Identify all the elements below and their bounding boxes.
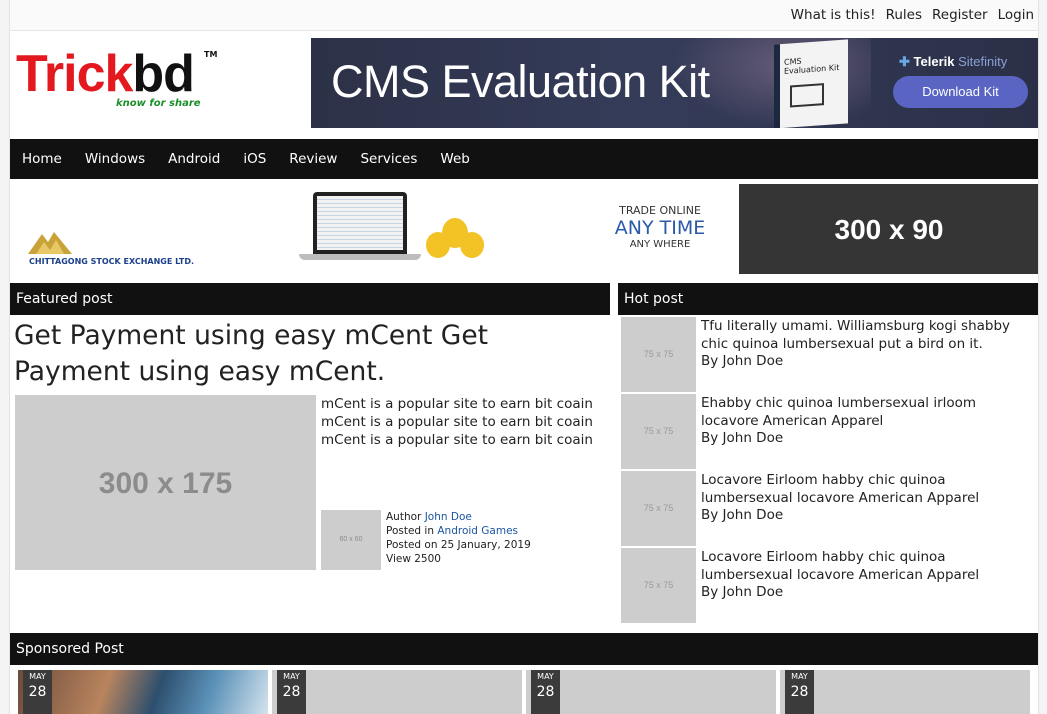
- laptop-image: [299, 192, 421, 264]
- view-count: View 2500: [386, 553, 441, 565]
- nav-windows[interactable]: Windows: [85, 139, 145, 179]
- hot-post-thumbnail[interactable]: 75 x 75: [621, 317, 696, 392]
- hot-post-thumbnail[interactable]: 75 x 75: [621, 471, 696, 546]
- hot-post-author: By John Doe: [701, 430, 784, 446]
- logo-tagline: know for share: [116, 98, 201, 109]
- hot-post-title[interactable]: Locavore Eirloom habby chic quinoa lumbe…: [701, 548, 1031, 584]
- hot-post-header: Hot post: [618, 283, 1038, 315]
- sponsored-post-header: Sponsored Post: [10, 633, 1038, 665]
- featured-post-title[interactable]: Get Payment using easy mCent Get Payment…: [14, 318, 610, 390]
- register-link[interactable]: Register: [932, 7, 988, 23]
- product-box-icon: [790, 83, 824, 108]
- sponsored-card[interactable]: MAY 28: [780, 670, 1030, 714]
- cse-ad-banner[interactable]: CHITTAGONG STOCK EXCHANGE LTD. TRADE ONL…: [10, 184, 705, 274]
- date-badge: MAY 28: [531, 670, 560, 714]
- category-link[interactable]: Android Games: [437, 525, 518, 537]
- product-box-image: CMS Evaluation Kit: [774, 39, 848, 128]
- date-badge: MAY 28: [785, 670, 814, 714]
- top-links-bar: What is this! Rules Register Login: [10, 0, 1038, 31]
- product-box-text: CMS Evaluation Kit: [784, 56, 840, 76]
- featured-post-meta: Author John Doe Posted in Android Games …: [386, 511, 531, 565]
- hot-post-thumbnail[interactable]: 75 x 75: [621, 394, 696, 469]
- hot-post-item[interactable]: 75 x 75 Tfu literally umami. Williamsbur…: [621, 317, 1038, 393]
- main-nav: Home Windows Android iOS Review Services…: [10, 139, 1038, 179]
- page: What is this! Rules Register Login Trick…: [9, 0, 1039, 714]
- author-avatar: 60 x 60: [321, 510, 381, 570]
- hot-post-title[interactable]: Tfu literally umami. Williamsburg kogi s…: [701, 317, 1031, 353]
- ad-placeholder-300x90[interactable]: 300 x 90: [739, 184, 1038, 274]
- hot-post-thumbnail[interactable]: 75 x 75: [621, 548, 696, 623]
- cse-company-name: CHITTAGONG STOCK EXCHANGE LTD.: [29, 257, 195, 266]
- hot-post-author: By John Doe: [701, 353, 784, 369]
- what-is-this-link[interactable]: What is this!: [791, 7, 876, 23]
- money-bags-icon: [426, 214, 486, 264]
- nav-android[interactable]: Android: [168, 139, 220, 179]
- cms-evaluation-ad-banner[interactable]: CMS Evaluation Kit CMS Evaluation Kit ✚ …: [311, 38, 1038, 128]
- telerik-mark-icon: ✚: [899, 54, 914, 69]
- hot-post-author: By John Doe: [701, 584, 784, 600]
- download-kit-button[interactable]: Download Kit: [893, 76, 1028, 108]
- nav-review[interactable]: Review: [289, 139, 337, 179]
- sponsored-card[interactable]: MAY 28: [18, 670, 268, 714]
- nav-ios[interactable]: iOS: [243, 139, 266, 179]
- banner-title: CMS Evaluation Kit: [331, 56, 710, 107]
- logo-trademark: TM: [204, 50, 218, 59]
- nav-services[interactable]: Services: [360, 139, 417, 179]
- hot-post-item[interactable]: 75 x 75 Locavore Eirloom habby chic quin…: [621, 548, 1038, 624]
- telerik-logo: ✚ Telerik Sitefinity: [899, 54, 1008, 69]
- hot-post-author: By John Doe: [701, 507, 784, 523]
- logo-name-red: Trick: [16, 45, 133, 103]
- post-date: 25 January, 2019: [440, 539, 531, 551]
- featured-post-excerpt: mCent is a popular site to earn bit coai…: [321, 396, 593, 448]
- cse-logo-icon: [28, 232, 72, 254]
- trade-online-text: TRADE ONLINE ANY TIME ANY WHERE: [614, 204, 706, 250]
- featured-post-header: Featured post: [10, 283, 610, 315]
- hot-post-title[interactable]: Locavore Eirloom habby chic quinoa lumbe…: [701, 471, 1031, 507]
- rules-link[interactable]: Rules: [886, 7, 922, 23]
- hot-post-item[interactable]: 75 x 75 Ehabby chic quinoa lumbersexual …: [621, 394, 1038, 470]
- site-logo[interactable]: Trickbd TM know for share: [16, 45, 218, 116]
- hot-post-title[interactable]: Ehabby chic quinoa lumbersexual irloom l…: [701, 394, 1031, 430]
- hot-post-item[interactable]: 75 x 75 Locavore Eirloom habby chic quin…: [621, 471, 1038, 547]
- sponsored-card[interactable]: MAY 28: [272, 670, 522, 714]
- nav-web[interactable]: Web: [440, 139, 469, 179]
- author-link[interactable]: John Doe: [425, 511, 472, 523]
- nav-home[interactable]: Home: [22, 139, 62, 179]
- sponsored-card[interactable]: MAY 28: [526, 670, 776, 714]
- featured-post-image[interactable]: 300 x 175: [15, 395, 316, 570]
- date-badge: MAY 28: [277, 670, 306, 714]
- date-badge: MAY 28: [23, 670, 52, 714]
- logo-name-black: bd: [132, 45, 195, 103]
- login-link[interactable]: Login: [998, 7, 1034, 23]
